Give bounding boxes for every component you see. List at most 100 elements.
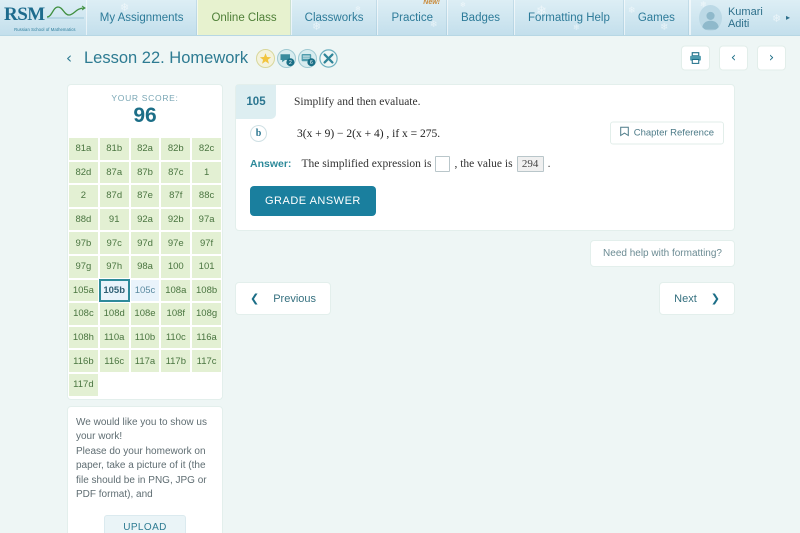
grid-cell[interactable]: 117c <box>191 349 222 373</box>
previous-lesson-button[interactable]: ‹ <box>719 45 748 71</box>
grid-cell[interactable]: 105c <box>129 278 161 303</box>
comment-badge-icon[interactable]: 2 <box>277 48 297 68</box>
lesson-toolbar: ‹ › <box>681 45 786 71</box>
grid-cell[interactable]: 116b <box>68 349 99 373</box>
grid-cell[interactable]: 97d <box>129 231 161 255</box>
grid-cell[interactable]: 97b <box>68 231 99 255</box>
rsm-logo[interactable]: RSM Russian School of Mathematics <box>0 0 86 35</box>
grid-cell[interactable]: 87f <box>160 184 192 208</box>
grid-cell[interactable]: 110a <box>98 325 130 350</box>
grid-cell[interactable]: 97h <box>98 254 130 279</box>
grid-cell[interactable]: 108a <box>160 278 192 303</box>
next-problem-button[interactable]: Next ❯ <box>659 282 735 315</box>
nav-label: Badges <box>461 11 501 24</box>
nav-item-online-class[interactable]: Online Class <box>197 0 291 35</box>
answer-label: Answer: <box>250 158 292 170</box>
user-menu[interactable]: Kumari Aditi ▸ <box>689 0 800 35</box>
nav-label: My Assignments <box>99 11 184 24</box>
grid-cell[interactable]: 105b <box>98 278 130 303</box>
nav-item-practice[interactable]: New! Practice <box>377 0 448 35</box>
back-button[interactable]: ‹ <box>66 49 72 67</box>
grid-cell[interactable]: 110c <box>160 325 192 350</box>
grid-cell[interactable]: 110b <box>129 325 161 350</box>
value-input[interactable]: 294 <box>516 156 544 172</box>
grid-cell[interactable]: 117a <box>129 349 161 373</box>
grid-cell[interactable]: 108e <box>129 302 161 326</box>
grid-cell[interactable]: 116c <box>98 349 130 373</box>
star-badge-icon[interactable] <box>256 48 276 68</box>
nav-label: Formatting Help <box>528 11 610 24</box>
grid-cell[interactable]: 92b <box>160 207 192 232</box>
homework-instructions-panel: We would like you to show us your work! … <box>67 405 223 533</box>
grid-cell[interactable]: 97a <box>191 207 222 232</box>
user-name: Kumari Aditi <box>727 5 763 30</box>
problem-equation: 3(x + 9) − 2(x + 4) , if x = 275. <box>297 127 441 140</box>
grid-cell[interactable]: 2 <box>68 184 99 208</box>
previous-problem-button[interactable]: ❮ Previous <box>235 282 332 315</box>
nav-label: Games <box>637 11 675 24</box>
simplified-expression-input[interactable] <box>435 156 451 172</box>
nav-label: Practice <box>391 11 434 24</box>
grid-cell[interactable]: 87d <box>98 184 130 208</box>
grid-cell[interactable]: 108d <box>98 302 130 326</box>
grid-cell[interactable]: 87c <box>160 160 192 185</box>
nav-item-classworks[interactable]: Classworks <box>290 0 378 35</box>
grid-cell[interactable]: 108c <box>68 302 99 326</box>
grid-cell[interactable]: 88d <box>68 207 99 232</box>
chapter-reference-button[interactable]: Chapter Reference <box>609 121 724 144</box>
grid-cell[interactable]: 116a <box>191 325 222 350</box>
grid-cell-empty <box>191 372 222 397</box>
answer-sentence: The simplified expression is , the value… <box>301 156 550 172</box>
grid-cell[interactable]: 97e <box>160 231 192 255</box>
nav-label: Classworks <box>304 11 364 24</box>
grid-cell[interactable]: 117b <box>160 349 192 373</box>
nav-item-games[interactable]: Games <box>623 0 689 35</box>
grid-cell[interactable]: 1 <box>191 160 222 185</box>
grid-cell[interactable]: 82b <box>160 137 192 161</box>
grade-answer-button[interactable]: GRADE ANSWER <box>250 186 376 216</box>
grid-cell[interactable]: 97g <box>68 254 99 279</box>
grid-cell[interactable]: 100 <box>160 254 192 279</box>
grid-cell[interactable]: 87b <box>129 160 161 185</box>
grid-cell[interactable]: 108g <box>191 302 222 326</box>
grid-cell[interactable]: 81a <box>68 137 99 161</box>
answer-row: Answer: The simplified expression is , t… <box>236 146 734 176</box>
grid-cell[interactable]: 97c <box>98 231 130 255</box>
grid-cell[interactable]: 87e <box>129 184 161 208</box>
nav-item-badges[interactable]: Badges <box>447 0 515 35</box>
grid-cell[interactable]: 81b <box>98 137 130 161</box>
grid-cell-empty <box>160 372 192 397</box>
note-badge-icon[interactable]: 6 <box>298 48 318 68</box>
nav-item-my-assignments[interactable]: My Assignments <box>85 0 198 35</box>
problem-grid: 81a 81b 82a 82b 82c 82d 87a 87b 87c 1 2 87d 87e 87f 88… <box>67 137 223 400</box>
svg-text:2: 2 <box>289 60 292 66</box>
grid-cell[interactable]: 87a <box>98 160 130 185</box>
part-letter-badge: b <box>250 125 267 142</box>
next-label: Next <box>674 292 697 305</box>
grid-cell[interactable]: 91 <box>98 207 130 232</box>
score-panel: YOUR SCORE: 96 <box>67 84 223 137</box>
cross-badge-icon[interactable] <box>319 48 338 68</box>
answer-text-before: The simplified expression is <box>301 158 432 170</box>
grid-cell[interactable]: 108f <box>160 302 192 326</box>
grid-cell[interactable]: 117d <box>68 372 99 397</box>
grid-cell[interactable]: 82a <box>129 137 161 161</box>
grid-cell[interactable]: 97f <box>191 231 222 255</box>
grid-cell[interactable]: 101 <box>191 254 222 279</box>
nav-label: Online Class <box>211 11 277 24</box>
grid-cell[interactable]: 92a <box>129 207 161 232</box>
nav-item-formatting-help[interactable]: Formatting Help <box>514 0 624 35</box>
problem-navigation: ❮ Previous Next ❯ <box>235 282 735 315</box>
grid-cell[interactable]: 105a <box>68 278 99 303</box>
grid-cell[interactable]: 108h <box>68 325 99 350</box>
upload-button[interactable]: UPLOAD <box>104 514 186 533</box>
problem-card: 105 Simplify and then evaluate. b 3(x + … <box>235 84 735 231</box>
grid-cell[interactable]: 98a <box>129 254 161 279</box>
print-button[interactable] <box>681 45 710 71</box>
formatting-help-button[interactable]: Need help with formatting? <box>590 240 735 267</box>
next-lesson-button[interactable]: › <box>757 45 786 71</box>
grid-cell[interactable]: 88c <box>191 184 222 208</box>
grid-cell[interactable]: 82c <box>191 137 222 161</box>
grid-cell[interactable]: 108b <box>191 278 222 303</box>
grid-cell[interactable]: 82d <box>68 160 99 185</box>
